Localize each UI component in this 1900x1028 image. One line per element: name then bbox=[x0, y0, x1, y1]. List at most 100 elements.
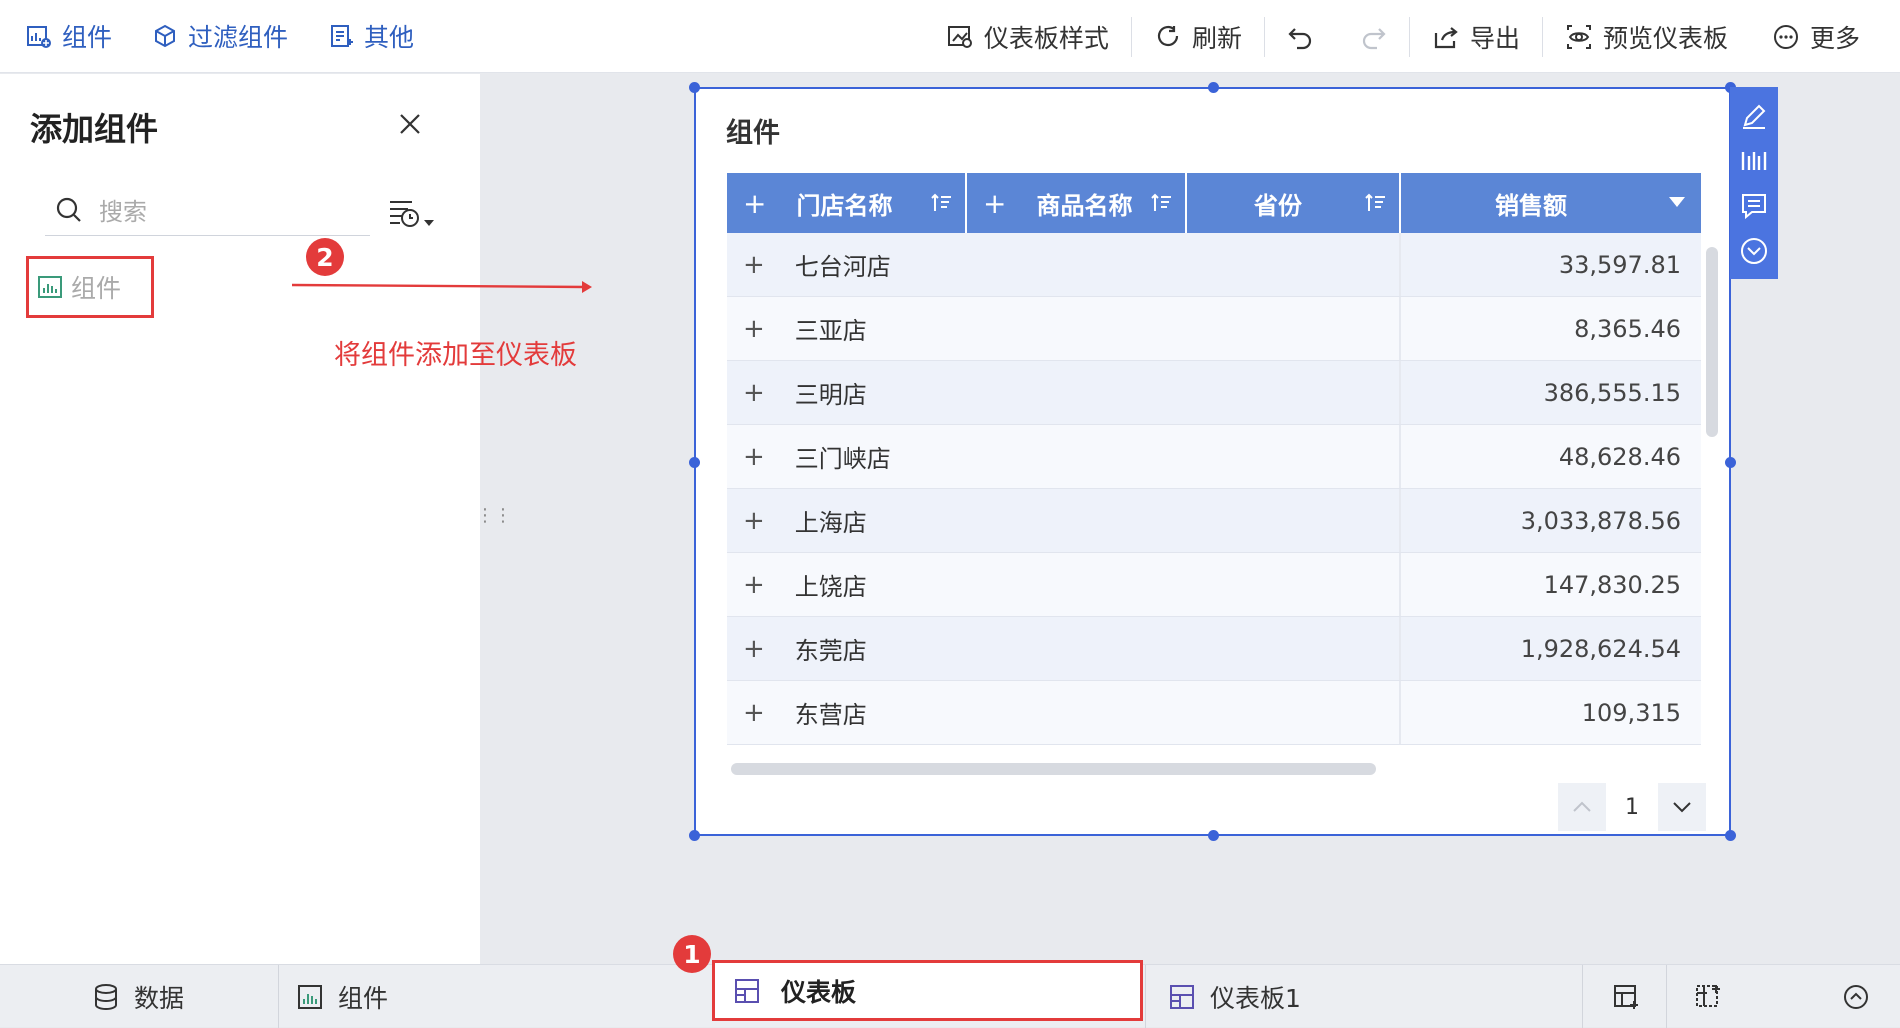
sort-icon[interactable] bbox=[1363, 191, 1387, 215]
sort-filter-icon[interactable] bbox=[388, 196, 440, 236]
sort-icon[interactable] bbox=[1149, 191, 1173, 215]
redo-button[interactable] bbox=[1337, 17, 1409, 57]
resize-handle-br[interactable] bbox=[1725, 830, 1736, 841]
dashboard-style-label: 仪表板样式 bbox=[983, 23, 1109, 53]
column-header-province[interactable]: 省份 bbox=[1187, 173, 1401, 233]
export-label: 导出 bbox=[1469, 23, 1520, 53]
more-button[interactable]: 更多 bbox=[1750, 17, 1882, 57]
sales-value: 3,033,878.56 bbox=[1520, 506, 1681, 535]
sales-value: 8,365.46 bbox=[1574, 314, 1681, 343]
other-label: 其他 bbox=[364, 23, 415, 52]
store-name: 七台河店 bbox=[794, 253, 891, 281]
table-row[interactable]: + 上饶店 147,830.25 bbox=[727, 553, 1701, 617]
component-item-label: 组件 bbox=[71, 274, 122, 303]
dropdown-caret-icon[interactable] bbox=[1669, 197, 1685, 209]
tab-divider bbox=[278, 965, 279, 1028]
resize-handle-bl[interactable] bbox=[689, 830, 700, 841]
table-row[interactable]: + 东莞店 1,928,624.54 bbox=[727, 617, 1701, 681]
edit-pencil-icon[interactable] bbox=[1739, 101, 1769, 131]
close-icon[interactable] bbox=[396, 110, 424, 138]
bar-chart-icon bbox=[38, 276, 62, 298]
tab-divider bbox=[1145, 965, 1146, 1028]
other-button[interactable]: 其他 bbox=[328, 18, 414, 54]
resize-handle-left[interactable] bbox=[689, 457, 700, 468]
table-row[interactable]: + 三门峡店 48,628.46 bbox=[727, 425, 1701, 489]
column-label: 商品名称 bbox=[1036, 191, 1133, 220]
table-body: + 七台河店 33,597.81 + 三亚店 8,365.46 + 三明店 386,555.… bbox=[727, 233, 1701, 745]
resize-handle-top[interactable] bbox=[1208, 82, 1219, 93]
refresh-button[interactable]: 刷新 bbox=[1132, 17, 1264, 57]
expand-plus-icon[interactable]: + bbox=[743, 698, 765, 728]
redo-icon bbox=[1362, 27, 1386, 49]
dashboard-tab-active[interactable]: 仪表板 bbox=[712, 960, 1143, 1021]
data-tab[interactable]: 数据 bbox=[92, 965, 184, 1028]
undo-icon bbox=[1288, 27, 1312, 49]
chart-bars-icon[interactable] bbox=[1739, 146, 1769, 176]
dashboard-style-button[interactable]: 仪表板样式 bbox=[924, 17, 1131, 57]
refresh-label: 刷新 bbox=[1191, 23, 1242, 53]
dashboard1-tab-label: 仪表板1 bbox=[1210, 983, 1301, 1013]
component-tab[interactable]: 组件 bbox=[296, 965, 388, 1028]
table-row[interactable]: + 七台河店 33,597.81 bbox=[727, 233, 1701, 297]
collapse-button[interactable] bbox=[1842, 965, 1870, 1028]
tab-divider bbox=[1582, 965, 1583, 1028]
widget-tools bbox=[1730, 87, 1778, 279]
more-chevron-icon[interactable] bbox=[1739, 236, 1769, 266]
chevron-up-circle-icon bbox=[1844, 984, 1868, 1009]
column-header-product[interactable]: + 商品名称 bbox=[967, 173, 1187, 233]
column-label: 销售额 bbox=[1495, 191, 1567, 220]
export-button[interactable]: 导出 bbox=[1410, 17, 1542, 57]
table-widget[interactable]: 组件 + 门店名称 + 商品名称 省份 销售额 + 七台河店 33,597.81… bbox=[689, 82, 1736, 841]
step-1-marker: 1 bbox=[673, 935, 711, 973]
dashboard-style-icon bbox=[947, 25, 972, 48]
add-tab-button[interactable] bbox=[1694, 965, 1722, 1028]
add-component-label: 组件 bbox=[62, 23, 113, 52]
add-dashboard-button[interactable] bbox=[1612, 965, 1640, 1028]
table-row[interactable]: + 三亚店 8,365.46 bbox=[727, 297, 1701, 361]
page-down-button[interactable] bbox=[1658, 783, 1706, 831]
column-header-store[interactable]: + 门店名称 bbox=[727, 173, 967, 233]
preview-eye-icon bbox=[1566, 24, 1591, 49]
add-dashboard-icon bbox=[1614, 984, 1638, 1009]
page-up-button[interactable] bbox=[1558, 783, 1606, 831]
sort-icon[interactable] bbox=[929, 191, 953, 215]
expand-plus-icon[interactable]: + bbox=[743, 378, 765, 408]
expand-plus-icon[interactable]: + bbox=[743, 506, 765, 536]
resize-handle[interactable]: ⋮⋮ bbox=[476, 505, 512, 526]
tab-divider bbox=[1666, 965, 1667, 1028]
undo-button[interactable] bbox=[1265, 17, 1337, 57]
resize-handle-bottom[interactable] bbox=[1208, 830, 1219, 841]
column-header-sales[interactable]: 销售额 bbox=[1401, 173, 1701, 233]
preview-dashboard-button[interactable]: 预览仪表板 bbox=[1543, 17, 1750, 57]
hint-text: 将组件添加至仪表板 bbox=[334, 340, 577, 371]
search-input[interactable]: 搜索 bbox=[45, 184, 370, 236]
expand-plus-icon[interactable]: + bbox=[743, 570, 765, 600]
horizontal-scrollbar[interactable] bbox=[731, 763, 1376, 775]
top-toolbar: 组件 过滤组件 其他 仪表板样式 刷新 导出 预览仪表板 更多 bbox=[0, 0, 1900, 73]
more-label: 更多 bbox=[1809, 23, 1860, 53]
expand-plus-icon[interactable]: + bbox=[983, 187, 1006, 220]
expand-plus-icon[interactable]: + bbox=[743, 187, 766, 220]
database-icon bbox=[95, 983, 117, 1010]
comment-icon[interactable] bbox=[1739, 191, 1769, 221]
add-component-button[interactable]: 组件 bbox=[26, 18, 112, 54]
component-list-item[interactable]: 组件 bbox=[26, 256, 154, 318]
step-2-marker: 2 bbox=[306, 238, 344, 276]
table-row[interactable]: + 东营店 109,315 bbox=[727, 681, 1701, 745]
add-tab-icon bbox=[1696, 984, 1720, 1007]
table-row[interactable]: + 上海店 3,033,878.56 bbox=[727, 489, 1701, 553]
expand-plus-icon[interactable]: + bbox=[743, 250, 765, 280]
expand-plus-icon[interactable]: + bbox=[743, 314, 765, 344]
more-dots-icon bbox=[1773, 24, 1798, 49]
expand-plus-icon[interactable]: + bbox=[743, 634, 765, 664]
column-label: 省份 bbox=[1254, 191, 1302, 220]
vertical-scrollbar[interactable] bbox=[1706, 247, 1718, 437]
filter-component-button[interactable]: 过滤组件 bbox=[152, 18, 288, 54]
resize-handle-tl[interactable] bbox=[689, 82, 700, 93]
dashboard1-tab[interactable]: 仪表板1 bbox=[1168, 965, 1301, 1028]
resize-handle-right[interactable] bbox=[1725, 457, 1736, 468]
table-row[interactable]: + 三明店 386,555.15 bbox=[727, 361, 1701, 425]
expand-plus-icon[interactable]: + bbox=[743, 442, 765, 472]
bar-chart-icon bbox=[298, 984, 322, 1009]
sales-value: 147,830.25 bbox=[1543, 570, 1681, 599]
